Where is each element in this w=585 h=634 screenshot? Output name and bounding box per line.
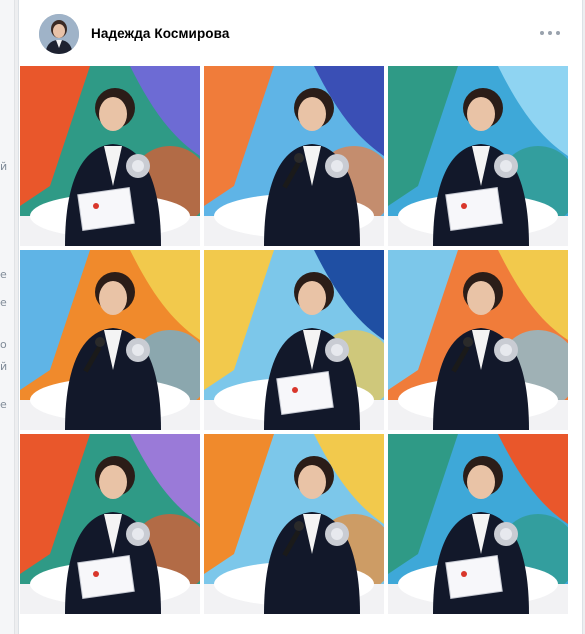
avatar-image <box>39 14 79 54</box>
photo-image <box>20 434 200 614</box>
photo-image <box>388 66 568 246</box>
photo-image <box>204 250 384 430</box>
photo-thumbnail[interactable] <box>20 250 200 430</box>
sidebar-edge-text: е <box>0 268 7 281</box>
photo-image <box>20 66 200 246</box>
more-horizontal-icon[interactable] <box>538 22 562 42</box>
post-header: Надежда Космирова <box>19 0 582 66</box>
sidebar-edge-text: й <box>0 360 8 373</box>
photo-image <box>388 434 568 614</box>
photo-thumbnail[interactable] <box>204 66 384 246</box>
sidebar-edge-text: е <box>0 296 7 309</box>
photo-thumbnail[interactable] <box>388 66 568 246</box>
photo-thumbnail[interactable] <box>20 434 200 614</box>
photo-thumbnail[interactable] <box>388 250 568 430</box>
page: й е е о й е Надежда Космирова <box>0 0 585 634</box>
sidebar-edge-text: о <box>0 338 7 351</box>
post-card: Надежда Космирова <box>18 0 583 634</box>
photo-thumbnail[interactable] <box>388 434 568 614</box>
photo-thumbnail[interactable] <box>204 250 384 430</box>
photo-image <box>20 250 200 430</box>
photo-thumbnail[interactable] <box>20 66 200 246</box>
author-name[interactable]: Надежда Космирова <box>91 26 229 41</box>
photo-image <box>204 66 384 246</box>
photo-grid <box>19 66 584 622</box>
photo-image <box>204 434 384 614</box>
sidebar-edge-text: й <box>0 160 8 173</box>
card-bottom <box>19 626 582 634</box>
photo-thumbnail[interactable] <box>204 434 384 614</box>
sidebar-edge: й е е о й е <box>0 0 15 634</box>
sidebar-edge-text: е <box>0 398 7 411</box>
avatar[interactable] <box>39 14 79 54</box>
photo-image <box>388 250 568 430</box>
